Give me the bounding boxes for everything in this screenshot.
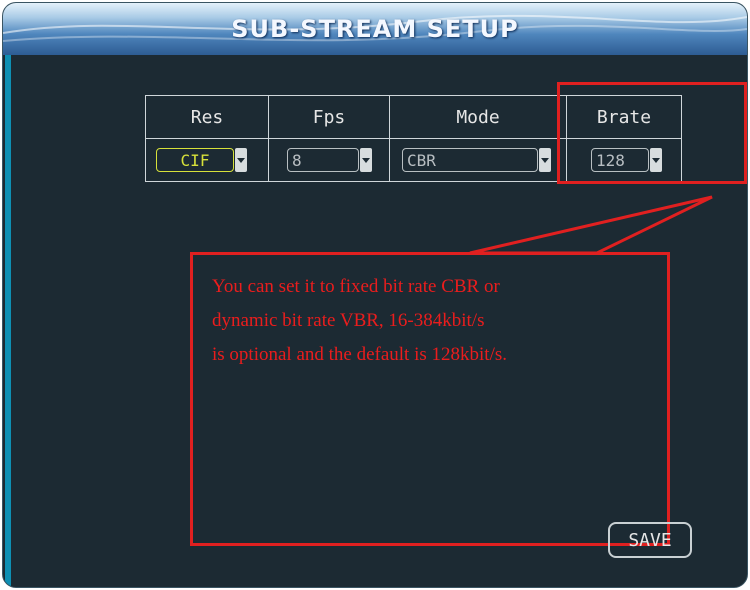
header-fps: Fps xyxy=(268,95,390,139)
header-res: Res xyxy=(145,95,269,139)
fps-dropdown-arrow-icon[interactable] xyxy=(360,148,372,172)
annotation-line-3: is optional and the default is 128kbit/s… xyxy=(212,344,507,365)
res-select[interactable]: CIF xyxy=(156,148,247,172)
brate-highlight-box xyxy=(557,82,747,184)
mode-dropdown-arrow-icon[interactable] xyxy=(539,148,551,172)
res-value: CIF xyxy=(180,151,210,170)
title-bar: SUB-STREAM SETUP xyxy=(3,3,747,55)
header-mode: Mode xyxy=(389,95,567,139)
res-dropdown-arrow-icon[interactable] xyxy=(235,148,247,172)
left-accent-bar xyxy=(5,55,11,587)
fps-value: 8 xyxy=(292,151,302,170)
setup-window: SUB-STREAM SETUP Res Fps Mode Brate CIF … xyxy=(0,0,750,590)
mode-value: CBR xyxy=(407,151,436,170)
mode-select[interactable]: CBR xyxy=(402,148,551,172)
save-button[interactable]: SAVE xyxy=(608,522,692,558)
window-title: SUB-STREAM SETUP xyxy=(231,15,519,43)
fps-select[interactable]: 8 xyxy=(287,148,372,172)
cell-mode: CBR xyxy=(389,138,567,182)
annotation-line-2: dynamic bit rate VBR, 16-384kbit/s xyxy=(212,310,485,331)
annotation-text: You can set it to fixed bit rate CBR or … xyxy=(212,270,652,372)
cell-fps: 8 xyxy=(268,138,390,182)
cell-res: CIF xyxy=(145,138,269,182)
annotation-line-1: You can set it to fixed bit rate CBR or xyxy=(212,276,500,297)
